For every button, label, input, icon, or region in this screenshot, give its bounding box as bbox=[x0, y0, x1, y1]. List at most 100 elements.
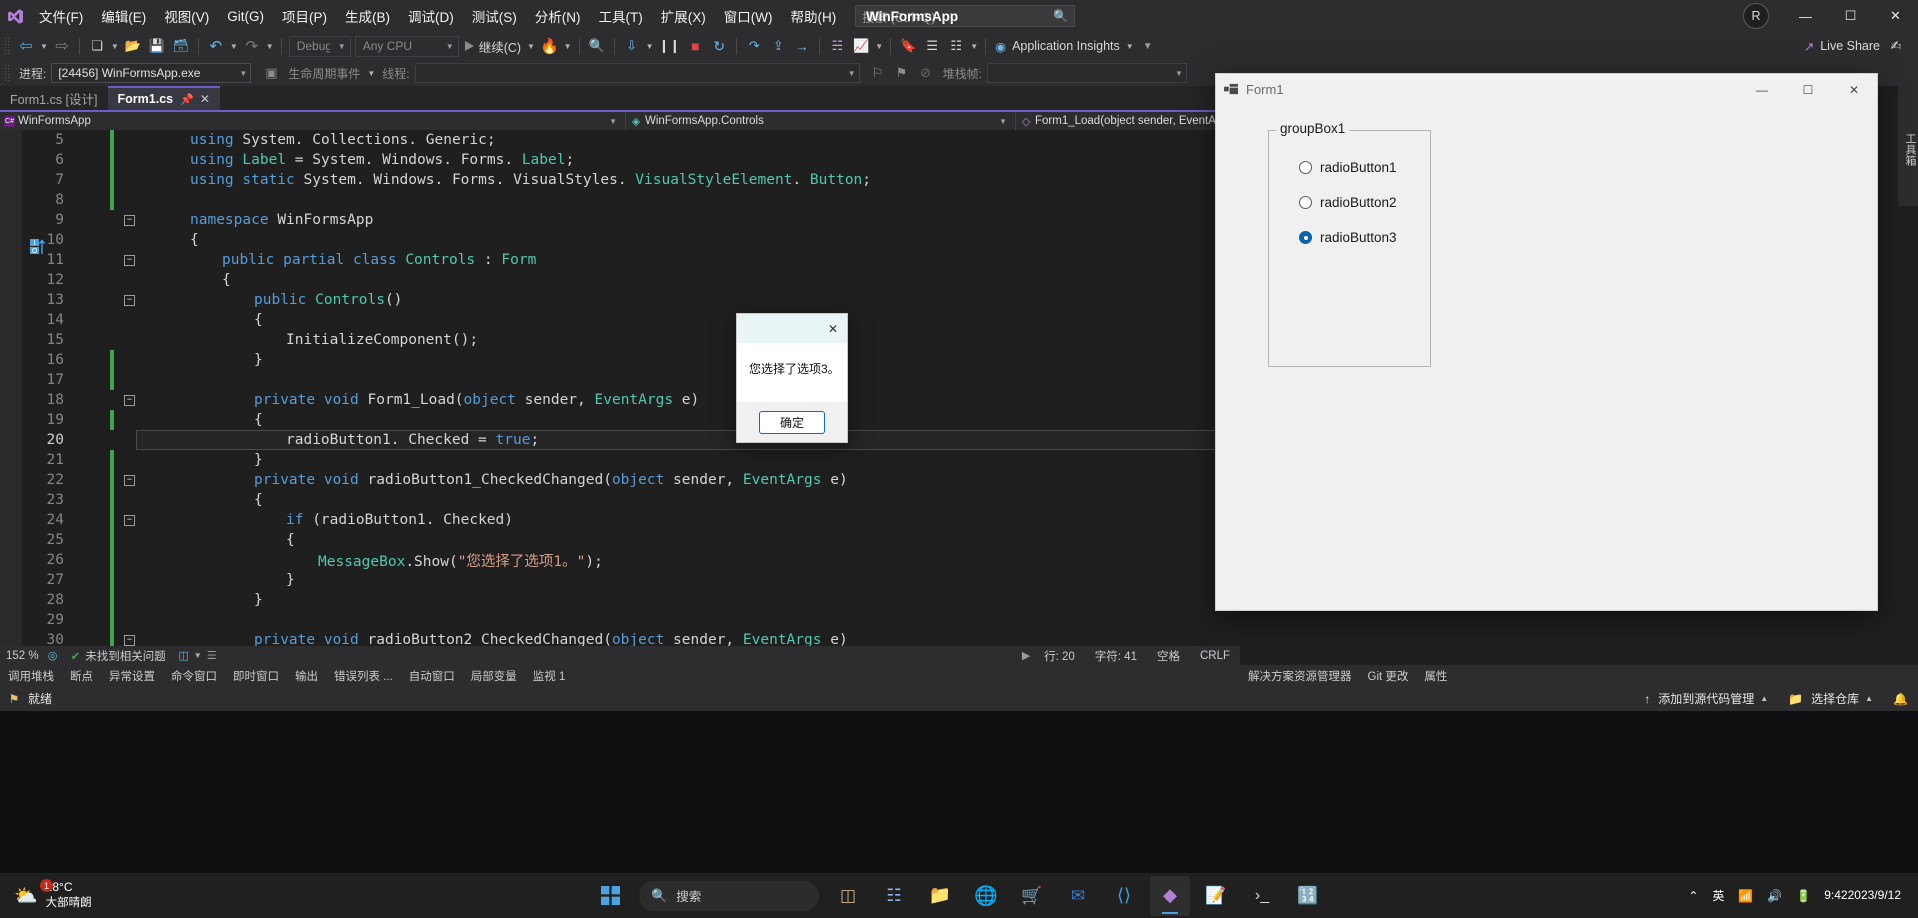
taskbar-clock[interactable]: 9:42 2023/9/12 bbox=[1818, 888, 1908, 903]
windows-start-icon[interactable] bbox=[590, 876, 630, 916]
redo-icon[interactable]: ↷ bbox=[240, 34, 264, 58]
close-button[interactable]: ✕ bbox=[1873, 0, 1918, 32]
step-out-icon[interactable]: ⇪ bbox=[766, 34, 790, 58]
hot-reload-icon[interactable]: 🔥 bbox=[537, 34, 562, 58]
step-over-icon[interactable]: ↷ bbox=[742, 34, 766, 58]
network-icon[interactable]: 📶 bbox=[1731, 889, 1760, 903]
stop-icon[interactable]: ■ bbox=[683, 34, 707, 58]
radio-button-2[interactable]: radioButton2 bbox=[1299, 195, 1397, 210]
navigate-back-chevron-down-icon[interactable]: ▼ bbox=[38, 42, 50, 51]
menu-item-view[interactable]: 视图(V) bbox=[155, 0, 218, 32]
continue-debug-button[interactable]: 继续(C) bbox=[461, 34, 525, 58]
form1-app-window[interactable]: Form1 — ☐ ✕ groupBox1 radioButton1 radio… bbox=[1215, 73, 1878, 611]
hot-reload-chevron-down-icon[interactable]: ▼ bbox=[562, 42, 574, 51]
code-editor[interactable]: I O 5 using System. Collections. Generic;… bbox=[0, 130, 1240, 646]
dock-tab[interactable]: 监视 1 bbox=[525, 668, 574, 684]
menu-item-test[interactable]: 测试(S) bbox=[463, 0, 526, 32]
navbar-project-dropdown[interactable]: C# WinFormsApp ▼ bbox=[0, 112, 626, 130]
right-panel-tab[interactable]: Git 更改 bbox=[1360, 668, 1417, 684]
navbar-type-dropdown[interactable]: ◈ WinFormsApp.Controls ▼ bbox=[626, 112, 1016, 130]
comment-icon[interactable]: ☰ bbox=[920, 34, 944, 58]
toolbar-grip[interactable] bbox=[4, 64, 11, 82]
menu-item-git[interactable]: Git(G) bbox=[218, 0, 273, 32]
code-line[interactable]: 5 using System. Collections. Generic; bbox=[0, 130, 871, 150]
code-line[interactable]: 25 { bbox=[0, 530, 871, 550]
open-file-icon[interactable]: 📂 bbox=[121, 34, 145, 58]
code-line[interactable]: 23 { bbox=[0, 490, 871, 510]
line-indicator[interactable]: 行: 20 bbox=[1034, 648, 1085, 664]
form1-minimize-button[interactable]: — bbox=[1739, 74, 1785, 105]
visual-studio-icon[interactable]: ◆ bbox=[1150, 875, 1190, 916]
toolbar-grip[interactable] bbox=[4, 37, 11, 55]
step-chevron-down-icon[interactable]: ▼ bbox=[644, 42, 656, 51]
calculator-icon[interactable]: 🔢 bbox=[1288, 876, 1328, 916]
navigate-forward-icon[interactable]: ⇨ bbox=[50, 34, 74, 58]
taskbar-search-box[interactable]: 🔍 搜索 bbox=[639, 880, 819, 911]
bookmark-icon[interactable]: 🔖 bbox=[896, 34, 920, 58]
pin-icon[interactable]: 📌 bbox=[180, 93, 194, 106]
add-to-source-control-button[interactable]: ↑ 添加到源代码管理 ▲ bbox=[1634, 690, 1778, 707]
code-line[interactable]: 21} bbox=[0, 450, 871, 470]
code-line[interactable]: 24− if (radioButton1. Checked) bbox=[0, 510, 871, 530]
dock-tab[interactable]: 输出 bbox=[287, 668, 326, 684]
feedback-icon[interactable]: ✍ bbox=[1884, 34, 1908, 58]
scroll-map-icon[interactable]: ☰ bbox=[204, 649, 220, 662]
continue-chevron-down-icon[interactable]: ▼ bbox=[525, 42, 537, 51]
right-panel-tab[interactable]: 属性 bbox=[1416, 668, 1455, 684]
save-all-icon[interactable]: 🗃 bbox=[169, 34, 193, 58]
minimize-button[interactable]: — bbox=[1783, 0, 1828, 32]
form1-close-button[interactable]: ✕ bbox=[1831, 74, 1877, 105]
save-icon[interactable]: 💾 bbox=[145, 34, 169, 58]
line-ending-indicator[interactable]: CRLF bbox=[1190, 650, 1240, 662]
menu-item-edit[interactable]: 编辑(E) bbox=[92, 0, 155, 32]
code-line[interactable]: 6 using Label = System. Windows. Forms. L… bbox=[0, 150, 871, 170]
lifecycle-chevron-down-icon[interactable]: ▼ bbox=[365, 69, 377, 78]
step-into-icon[interactable]: ⇩ bbox=[620, 34, 644, 58]
dock-tab[interactable]: 断点 bbox=[62, 668, 101, 684]
code-line[interactable]: 12 { bbox=[0, 270, 871, 290]
account-avatar[interactable]: R bbox=[1743, 3, 1769, 29]
code-line[interactable]: 27} bbox=[0, 570, 871, 590]
column-indicator[interactable]: 字符: 41 bbox=[1085, 648, 1147, 664]
undo-icon[interactable]: ↶ bbox=[204, 34, 228, 58]
battery-icon[interactable]: 🔋 bbox=[1789, 889, 1818, 903]
menu-item-analyze[interactable]: 分析(N) bbox=[526, 0, 590, 32]
file-explorer-icon[interactable]: 📁 bbox=[920, 876, 960, 916]
menu-item-file[interactable]: 文件(F) bbox=[30, 0, 92, 32]
tray-chevron-up-icon[interactable]: ⌃ bbox=[1681, 889, 1705, 903]
store-icon[interactable]: 🛒 bbox=[1012, 876, 1052, 916]
code-line[interactable]: 29 bbox=[0, 610, 871, 630]
dock-tab[interactable]: 错误列表 ... bbox=[326, 668, 401, 684]
comment-chevron-down-icon[interactable]: ▼ bbox=[968, 42, 980, 51]
show-next-statement-icon[interactable]: → bbox=[790, 34, 814, 58]
radio-circle-checked-icon[interactable] bbox=[1299, 231, 1312, 244]
main-menu[interactable]: 文件(F) 编辑(E) 视图(V) Git(G) 项目(P) 生成(B) 调试(… bbox=[30, 0, 845, 32]
zoom-level-selector[interactable]: 152 % bbox=[0, 650, 45, 662]
radio-circle-icon[interactable] bbox=[1299, 196, 1312, 209]
menu-item-help[interactable]: 帮助(H) bbox=[781, 0, 845, 32]
code-line[interactable]: 7 using static System. Windows. Forms. Vi… bbox=[0, 170, 871, 190]
code-line[interactable]: 28} bbox=[0, 590, 871, 610]
solution-platform-combo[interactable]: Any CPU ▼ bbox=[354, 35, 459, 57]
notifications-button[interactable]: 🔔 bbox=[1883, 692, 1918, 706]
toolbox-side-tab[interactable]: 工具箱 bbox=[1898, 86, 1918, 206]
menu-item-extensions[interactable]: 扩展(X) bbox=[652, 0, 715, 32]
tab-form1-code[interactable]: Form1.cs 📌 ✕ bbox=[107, 86, 220, 110]
right-panel-tabs[interactable]: 解决方案资源管理器 Git 更改 属性 bbox=[1240, 665, 1918, 686]
thread-combo[interactable]: ▼ bbox=[414, 63, 860, 83]
close-icon[interactable]: ✕ bbox=[200, 92, 210, 106]
radio-circle-icon[interactable] bbox=[1299, 161, 1312, 174]
new-item-icon[interactable]: ❏ bbox=[85, 34, 109, 58]
edge-icon[interactable]: 🌐 bbox=[966, 876, 1006, 916]
app-insights-pin-icon[interactable]: ▼ bbox=[1136, 34, 1160, 58]
undo-chevron-down-icon[interactable]: ▼ bbox=[228, 42, 240, 51]
code-line[interactable]: 8 bbox=[0, 190, 871, 210]
split-chevron-down-icon[interactable]: ▼ bbox=[192, 651, 204, 660]
bottom-dock-tabs[interactable]: 调用堆栈 断点 异常设置 命令窗口 即时窗口 输出 错误列表 ... 自动窗口 局部变量 监视 1 bbox=[0, 665, 1240, 686]
close-icon[interactable]: ✕ bbox=[821, 315, 845, 342]
redo-chevron-down-icon[interactable]: ▼ bbox=[264, 42, 276, 51]
tab-form1-designer[interactable]: Form1.cs [设计] bbox=[0, 86, 108, 110]
vscode-icon[interactable]: ⟨⟩ bbox=[1104, 876, 1144, 916]
new-item-chevron-down-icon[interactable]: ▼ bbox=[109, 42, 121, 51]
navigate-back-icon[interactable]: ⇦ bbox=[14, 34, 38, 58]
